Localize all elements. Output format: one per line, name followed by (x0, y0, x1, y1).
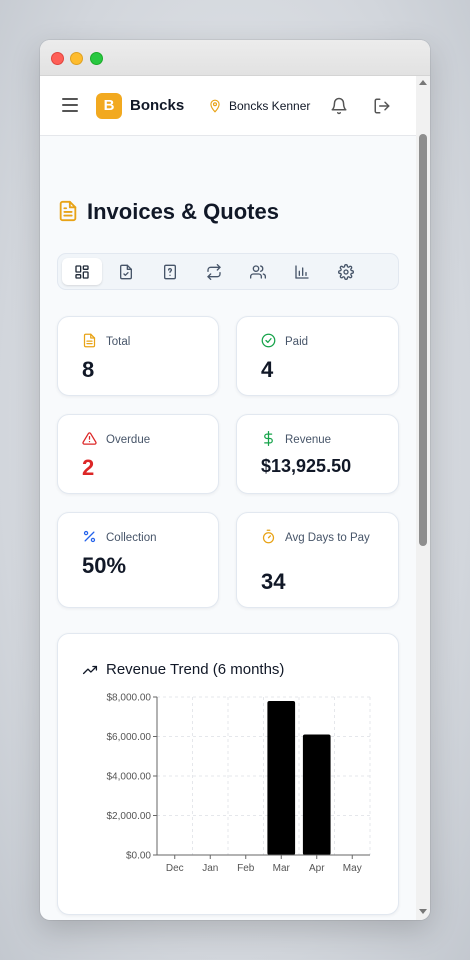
tab-quotes[interactable] (150, 258, 190, 285)
dashboard-icon (75, 265, 89, 279)
bar-chart-icon (295, 265, 309, 279)
stat-card-overdue: Overdue 2 (57, 414, 219, 494)
stat-card-total: Total 8 (57, 316, 219, 396)
check-circle-icon (261, 333, 276, 348)
tab-clients[interactable] (238, 258, 278, 285)
y-tick-label: $2,000.00 (107, 811, 152, 822)
section-toolbar (57, 253, 399, 290)
maximize-window-button[interactable] (90, 52, 103, 65)
chart-bar (302, 734, 331, 855)
percent-icon (83, 530, 96, 543)
scroll-down-arrow[interactable] (419, 909, 427, 914)
logout-icon[interactable] (373, 97, 391, 115)
x-tick-label: Jan (202, 863, 218, 874)
stat-value: 8 (82, 357, 95, 382)
recurring-icon (207, 264, 221, 280)
browser-window: B Boncks Boncks Kenner Invoices & Quotes (40, 40, 430, 920)
scrollbar-thumb[interactable] (419, 134, 427, 546)
x-tick-label: Mar (273, 863, 291, 874)
x-tick-label: Feb (237, 863, 255, 874)
settings-icon (338, 264, 354, 280)
stopwatch-icon (262, 529, 275, 544)
stat-label: Avg Days to Pay (285, 532, 370, 544)
stat-label: Overdue (106, 434, 151, 446)
stat-value: 34 (261, 569, 286, 594)
warning-icon (82, 432, 97, 445)
stat-label: Revenue (285, 434, 332, 446)
stat-card-revenue: Revenue $13,925.50 (236, 414, 399, 494)
stat-value: 50% (82, 553, 127, 578)
stat-card-paid: Paid 4 (236, 316, 399, 396)
bell-icon[interactable] (330, 97, 348, 115)
page-title: Invoices & Quotes (87, 199, 279, 224)
y-tick-label: $0.00 (126, 851, 151, 862)
window-titlebar (40, 40, 430, 76)
revenue-bar-chart: $0.00 $2,000.00 $4,000.00 $6,000.00 $8,000.0… (107, 693, 371, 874)
close-window-button[interactable] (51, 52, 64, 65)
tab-reports[interactable] (282, 258, 322, 285)
stat-label: Total (106, 336, 131, 348)
stat-value: $13,925.50 (261, 456, 352, 476)
tab-invoices[interactable] (106, 258, 146, 285)
page-viewport: B Boncks Boncks Kenner Invoices & Quotes (40, 76, 416, 920)
y-tick-label: $4,000.00 (107, 772, 152, 783)
app-header: B Boncks Boncks Kenner (40, 76, 416, 136)
stat-label: Paid (285, 336, 309, 348)
revenue-trend-card: Revenue Trend (6 months) $0.00 $2,000.00 $… (57, 633, 399, 915)
chart-bar (267, 700, 296, 855)
logo-letter: B (103, 97, 115, 114)
brand-name[interactable]: Boncks (130, 97, 184, 114)
stat-value: 2 (82, 455, 95, 480)
tab-dashboard[interactable] (62, 258, 102, 285)
menu-icon[interactable] (62, 98, 78, 112)
map-pin-icon (210, 99, 220, 113)
tab-recurring[interactable] (194, 258, 234, 285)
stat-card-avg-days: Avg Days to Pay 34 (236, 512, 399, 608)
file-check-icon (120, 264, 132, 280)
x-tick-label: Dec (166, 863, 184, 874)
stat-label: Collection (106, 532, 157, 544)
minimize-window-button[interactable] (70, 52, 83, 65)
document-icon (83, 333, 96, 348)
brand-logo: B (96, 93, 122, 119)
stat-card-collection: Collection 50% (57, 512, 219, 608)
y-tick-label: $6,000.00 (107, 732, 152, 743)
x-tick-label: May (343, 863, 362, 874)
vertical-scrollbar[interactable] (416, 76, 430, 920)
location-selector[interactable]: Boncks Kenner (229, 99, 310, 113)
y-tick-label: $8,000.00 (107, 693, 152, 704)
tab-settings[interactable] (326, 258, 366, 285)
users-icon (250, 265, 266, 279)
document-icon (59, 200, 77, 222)
dollar-icon (264, 431, 273, 446)
stat-value: 4 (261, 357, 274, 382)
file-question-icon (164, 264, 176, 280)
x-tick-label: Apr (309, 863, 325, 874)
scroll-up-arrow[interactable] (419, 80, 427, 85)
